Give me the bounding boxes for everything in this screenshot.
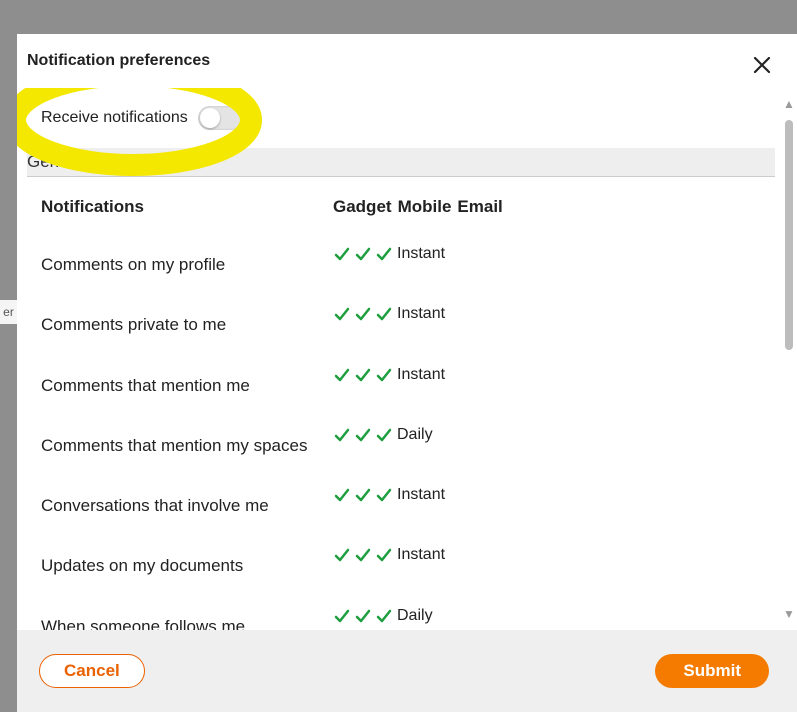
check-icon[interactable] bbox=[354, 607, 372, 625]
modal-footer: Cancel Submit bbox=[17, 630, 797, 712]
close-icon bbox=[751, 54, 773, 76]
notification-row[interactable]: When someone follows me Daily bbox=[41, 607, 775, 630]
scroll-thumb[interactable] bbox=[785, 120, 793, 350]
check-icon[interactable] bbox=[354, 305, 372, 323]
modal-header: Notification preferences bbox=[17, 34, 797, 88]
row-label: When someone follows me bbox=[41, 607, 333, 630]
row-label: Comments that mention me bbox=[41, 366, 333, 402]
check-icon[interactable] bbox=[354, 426, 372, 444]
row-frequency[interactable]: Instant bbox=[397, 366, 445, 384]
notification-row[interactable]: Updates on my documents Instant bbox=[41, 546, 775, 582]
row-checks: Instant bbox=[333, 305, 445, 323]
check-icon[interactable] bbox=[375, 305, 393, 323]
row-frequency[interactable]: Instant bbox=[397, 546, 445, 564]
check-icon[interactable] bbox=[375, 486, 393, 504]
check-icon[interactable] bbox=[354, 546, 372, 564]
row-frequency[interactable]: Instant bbox=[397, 245, 445, 263]
check-icon[interactable] bbox=[333, 546, 351, 564]
notification-row[interactable]: Comments that mention me Instant bbox=[41, 366, 775, 402]
col-notifications-header: Notifications bbox=[41, 197, 333, 217]
row-frequency[interactable]: Instant bbox=[397, 486, 445, 504]
col-mobile-header: Mobile bbox=[398, 197, 452, 217]
check-icon[interactable] bbox=[375, 366, 393, 384]
content-scroll[interactable]: Receive notifications General Notificati… bbox=[17, 88, 775, 630]
check-icon[interactable] bbox=[375, 546, 393, 564]
row-frequency[interactable]: Daily bbox=[397, 607, 433, 625]
column-headers: Notifications Gadget Mobile Email bbox=[27, 197, 775, 217]
row-label: Conversations that involve me bbox=[41, 486, 333, 522]
check-icon[interactable] bbox=[375, 607, 393, 625]
receive-notifications-toggle[interactable] bbox=[198, 106, 244, 130]
notification-preferences-modal: Notification preferences Receive notific… bbox=[17, 34, 797, 712]
row-label: Comments on my profile bbox=[41, 245, 333, 281]
row-frequency[interactable]: Instant bbox=[397, 305, 445, 323]
row-checks: Instant bbox=[333, 546, 445, 564]
row-checks: Daily bbox=[333, 426, 433, 444]
background-fragment: er bbox=[0, 300, 17, 324]
cancel-button[interactable]: Cancel bbox=[39, 654, 145, 688]
row-checks: Instant bbox=[333, 245, 445, 263]
check-icon[interactable] bbox=[333, 245, 351, 263]
row-checks: Instant bbox=[333, 486, 445, 504]
receive-notifications-row: Receive notifications bbox=[27, 88, 775, 148]
notification-row[interactable]: Conversations that involve me Instant bbox=[41, 486, 775, 522]
row-frequency[interactable]: Daily bbox=[397, 426, 433, 444]
row-label: Comments that mention my spaces bbox=[41, 426, 333, 462]
scrollbar[interactable]: ▲ ▼ bbox=[783, 98, 795, 620]
toggle-knob bbox=[200, 108, 220, 128]
section-general: General bbox=[27, 148, 775, 177]
close-button[interactable] bbox=[749, 52, 775, 78]
check-icon[interactable] bbox=[354, 486, 372, 504]
notification-row[interactable]: Comments private to me Instant bbox=[41, 305, 775, 341]
row-checks: Daily bbox=[333, 607, 433, 625]
check-icon[interactable] bbox=[375, 245, 393, 263]
col-email-header: Email bbox=[457, 197, 502, 217]
row-label: Updates on my documents bbox=[41, 546, 333, 582]
submit-button[interactable]: Submit bbox=[655, 654, 769, 688]
notification-rows: Comments on my profileInstantComments pr… bbox=[27, 245, 775, 630]
check-icon[interactable] bbox=[333, 426, 351, 444]
notification-row[interactable]: Comments on my profile Instant bbox=[41, 245, 775, 281]
col-gadget-header: Gadget bbox=[333, 197, 392, 217]
check-icon[interactable] bbox=[354, 245, 372, 263]
check-icon[interactable] bbox=[333, 486, 351, 504]
check-icon[interactable] bbox=[333, 607, 351, 625]
check-icon[interactable] bbox=[333, 305, 351, 323]
check-icon[interactable] bbox=[375, 426, 393, 444]
scroll-up-icon[interactable]: ▲ bbox=[783, 98, 795, 110]
scroll-area: Receive notifications General Notificati… bbox=[17, 88, 797, 630]
check-icon[interactable] bbox=[354, 366, 372, 384]
check-icon[interactable] bbox=[333, 366, 351, 384]
row-label: Comments private to me bbox=[41, 305, 333, 341]
notification-row[interactable]: Comments that mention my spaces Daily bbox=[41, 426, 775, 462]
scroll-down-icon[interactable]: ▼ bbox=[783, 608, 795, 620]
modal-title: Notification preferences bbox=[27, 52, 210, 70]
row-checks: Instant bbox=[333, 366, 445, 384]
receive-notifications-label: Receive notifications bbox=[41, 109, 188, 127]
